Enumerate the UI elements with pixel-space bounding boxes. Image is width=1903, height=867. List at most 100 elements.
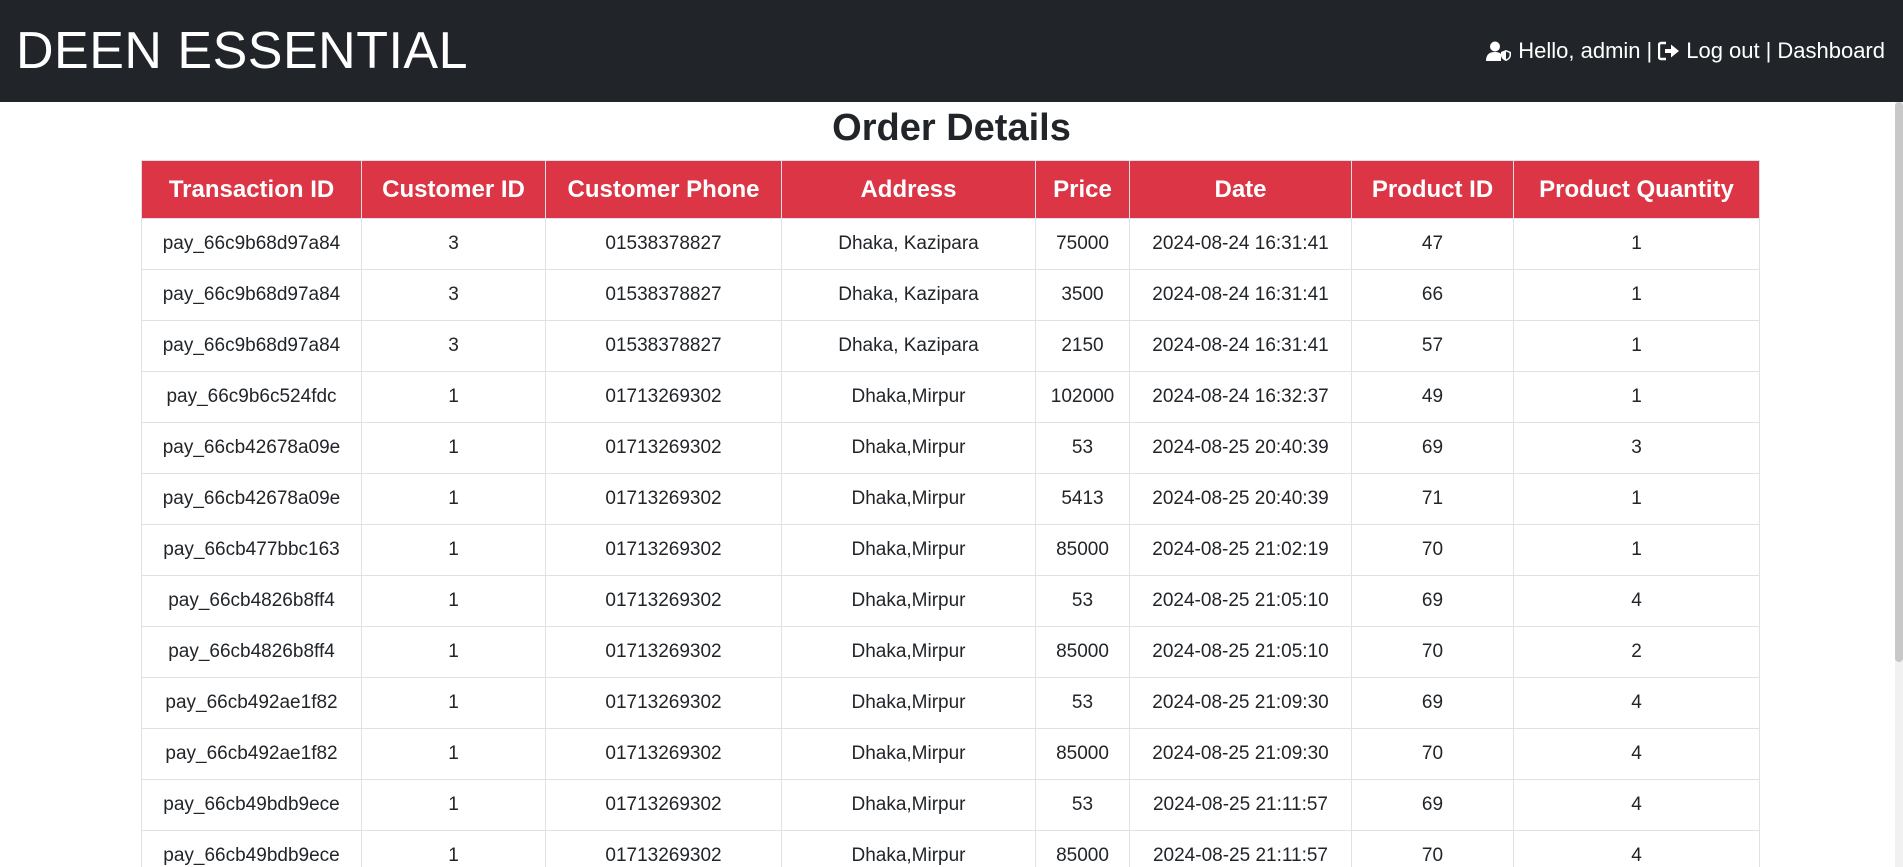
address-cell: Dhaka,Mirpur — [781, 830, 1036, 867]
date-cell: 2024-08-25 21:05:10 — [1129, 626, 1352, 678]
price-cell: 53 — [1035, 422, 1130, 474]
table-row: pay_66cb42678a09e 1 01713269302 Dhaka,Mirpu… — [141, 422, 1760, 474]
product-quantity-cell: 1 — [1513, 218, 1760, 270]
price-cell: 85000 — [1035, 830, 1130, 867]
product-id-cell: 57 — [1351, 320, 1514, 372]
table-row: pay_66c9b68d97a84 3 01538378827 Dhaka, Kazi… — [141, 218, 1760, 270]
product-id-cell: 70 — [1351, 830, 1514, 867]
product-quantity-cell: 1 — [1513, 371, 1760, 423]
table-row: pay_66cb49bdb9ece 1 01713269302 Dhaka,Mirpu… — [141, 830, 1760, 867]
product-id-cell: 71 — [1351, 473, 1514, 525]
logout-label: Log out — [1686, 38, 1760, 63]
column-header-transaction-id: Transaction ID — [141, 160, 362, 219]
customer-phone-cell: 01713269302 — [545, 422, 782, 474]
address-cell: Dhaka,Mirpur — [781, 371, 1036, 423]
transaction-id-cell: pay_66cb42678a09e — [141, 422, 362, 474]
date-cell: 2024-08-24 16:31:41 — [1129, 218, 1352, 270]
table-row: pay_66cb4826b8ff4 1 01713269302 Dhaka,Mirpu… — [141, 575, 1760, 627]
transaction-id-cell: pay_66c9b68d97a84 — [141, 320, 362, 372]
transaction-id-cell: pay_66cb49bdb9ece — [141, 830, 362, 867]
customer-phone-cell: 01713269302 — [545, 473, 782, 525]
page-title: Order Details — [832, 107, 1071, 149]
customer-id-cell: 1 — [361, 473, 546, 525]
customer-phone-cell: 01713269302 — [545, 626, 782, 678]
customer-phone-cell: 01713269302 — [545, 728, 782, 780]
column-header-customer-phone: Customer Phone — [545, 160, 782, 219]
column-header-product-id: Product ID — [1351, 160, 1514, 219]
date-cell: 2024-08-25 21:02:19 — [1129, 524, 1352, 576]
product-quantity-cell: 4 — [1513, 728, 1760, 780]
customer-phone-cell: 01713269302 — [545, 677, 782, 729]
address-cell: Dhaka,Mirpur — [781, 626, 1036, 678]
date-cell: 2024-08-25 20:40:39 — [1129, 473, 1352, 525]
price-cell: 85000 — [1035, 728, 1130, 780]
price-cell: 2150 — [1035, 320, 1130, 372]
price-cell: 85000 — [1035, 626, 1130, 678]
address-cell: Dhaka, Kazipara — [781, 269, 1036, 321]
top-navbar: DEEN ESSENTIAL Hello, admin | Log out | … — [0, 0, 1903, 102]
customer-phone-cell: 01713269302 — [545, 371, 782, 423]
table-row: pay_66c9b6c524fdc 1 01713269302 Dhaka,Mirpu… — [141, 371, 1760, 423]
transaction-id-cell: pay_66cb42678a09e — [141, 473, 362, 525]
table-row: pay_66cb4826b8ff4 1 01713269302 Dhaka,Mirpu… — [141, 626, 1760, 678]
dashboard-link[interactable]: Dashboard — [1777, 38, 1885, 64]
product-quantity-cell: 1 — [1513, 524, 1760, 576]
date-cell: 2024-08-25 21:05:10 — [1129, 575, 1352, 627]
transaction-id-cell: pay_66cb492ae1f82 — [141, 677, 362, 729]
product-quantity-cell: 4 — [1513, 830, 1760, 867]
table-row: pay_66cb42678a09e 1 01713269302 Dhaka,Mirpu… — [141, 473, 1760, 525]
customer-phone-cell: 01538378827 — [545, 269, 782, 321]
customer-id-cell: 1 — [361, 371, 546, 423]
date-cell: 2024-08-25 21:11:57 — [1129, 830, 1352, 867]
address-cell: Dhaka,Mirpur — [781, 473, 1036, 525]
price-cell: 5413 — [1035, 473, 1130, 525]
price-cell: 102000 — [1035, 371, 1130, 423]
customer-id-cell: 1 — [361, 779, 546, 831]
transaction-id-cell: pay_66cb49bdb9ece — [141, 779, 362, 831]
product-quantity-cell: 4 — [1513, 575, 1760, 627]
table-header-row: Transaction ID Customer ID Customer Phon… — [141, 160, 1760, 219]
logout-link[interactable]: Log out — [1658, 38, 1760, 64]
brand-logo[interactable]: DEEN ESSENTIAL — [16, 25, 468, 77]
user-menu: Hello, admin | Log out | Dashboard — [1486, 38, 1885, 64]
transaction-id-cell: pay_66c9b68d97a84 — [141, 269, 362, 321]
product-id-cell: 70 — [1351, 524, 1514, 576]
product-quantity-cell: 1 — [1513, 269, 1760, 321]
product-id-cell: 69 — [1351, 422, 1514, 474]
transaction-id-cell: pay_66cb4826b8ff4 — [141, 626, 362, 678]
price-cell: 75000 — [1035, 218, 1130, 270]
product-id-cell: 70 — [1351, 626, 1514, 678]
orders-table-container: Transaction ID Customer ID Customer Phon… — [141, 160, 1760, 867]
page: DEEN ESSENTIAL Hello, admin | Log out | … — [0, 0, 1903, 867]
product-quantity-cell: 1 — [1513, 320, 1760, 372]
customer-id-cell: 3 — [361, 218, 546, 270]
product-quantity-cell: 4 — [1513, 779, 1760, 831]
column-header-date: Date — [1129, 160, 1352, 219]
customer-phone-cell: 01538378827 — [545, 218, 782, 270]
table-body: pay_66c9b68d97a84 3 01538378827 Dhaka, Kazi… — [141, 218, 1760, 867]
product-id-cell: 66 — [1351, 269, 1514, 321]
price-cell: 3500 — [1035, 269, 1130, 321]
customer-id-cell: 1 — [361, 626, 546, 678]
customer-phone-cell: 01713269302 — [545, 830, 782, 867]
price-cell: 53 — [1035, 779, 1130, 831]
address-cell: Dhaka, Kazipara — [781, 320, 1036, 372]
date-cell: 2024-08-24 16:32:37 — [1129, 371, 1352, 423]
customer-id-cell: 3 — [361, 269, 546, 321]
price-cell: 53 — [1035, 575, 1130, 627]
address-cell: Dhaka,Mirpur — [781, 728, 1036, 780]
transaction-id-cell: pay_66c9b68d97a84 — [141, 218, 362, 270]
column-header-customer-id: Customer ID — [361, 160, 546, 219]
greeting: Hello, admin — [1486, 38, 1641, 64]
customer-phone-cell: 01713269302 — [545, 524, 782, 576]
product-quantity-cell: 1 — [1513, 473, 1760, 525]
customer-id-cell: 1 — [361, 830, 546, 867]
address-cell: Dhaka, Kazipara — [781, 218, 1036, 270]
product-id-cell: 49 — [1351, 371, 1514, 423]
date-cell: 2024-08-24 16:31:41 — [1129, 320, 1352, 372]
table-header: Transaction ID Customer ID Customer Phon… — [141, 160, 1760, 219]
scrollbar-thumb[interactable] — [1895, 102, 1903, 662]
nav-separator: | — [1646, 38, 1653, 63]
table-row: pay_66cb477bbc163 1 01713269302 Dhaka,Mirpu… — [141, 524, 1760, 576]
product-id-cell: 69 — [1351, 779, 1514, 831]
